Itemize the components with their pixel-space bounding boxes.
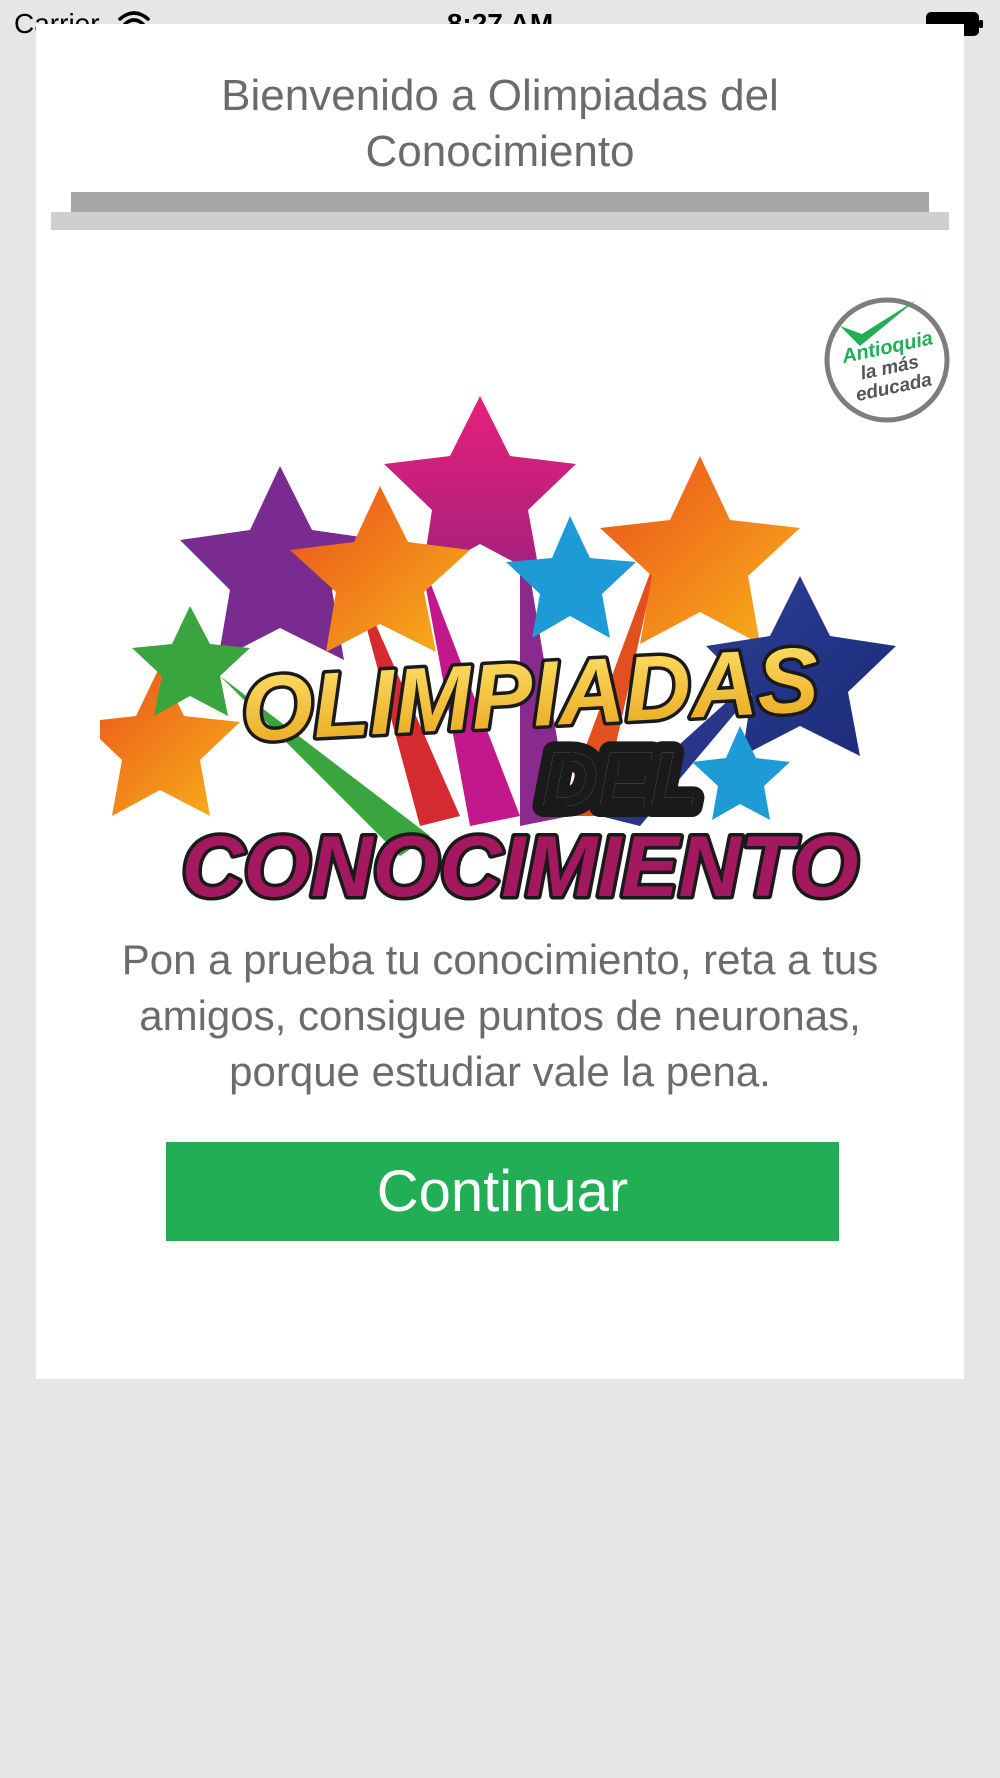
description-line-3: porque estudiar vale la pena. (229, 1048, 771, 1095)
header-divider-shadow (51, 212, 949, 230)
logo-word-3: CONOCIMIENTO (182, 819, 859, 915)
continue-button[interactable]: Continuar (166, 1142, 839, 1241)
description-text: Pon a prueba tu conocimiento, reta a tus… (76, 932, 924, 1100)
title-line-1: Bienvenido a Olimpiadas del (221, 71, 779, 120)
logo-word-2: DEL (542, 735, 698, 823)
header-divider (71, 192, 929, 212)
welcome-card: Bienvenido a Olimpiadas del Conocimiento… (36, 24, 964, 1379)
title-line-2: Conocimiento (365, 127, 635, 176)
orange-star-right (600, 456, 800, 644)
olimpiadas-logo: OLIMPIADAS DEL DEL CONOCIMIENTO (100, 396, 896, 919)
page-title: Bienvenido a Olimpiadas del Conocimiento (36, 68, 964, 180)
description-line-1: Pon a prueba tu conocimiento, reta a tus (121, 936, 879, 983)
description-line-2: amigos, consigue puntos de neuronas, (139, 992, 861, 1039)
